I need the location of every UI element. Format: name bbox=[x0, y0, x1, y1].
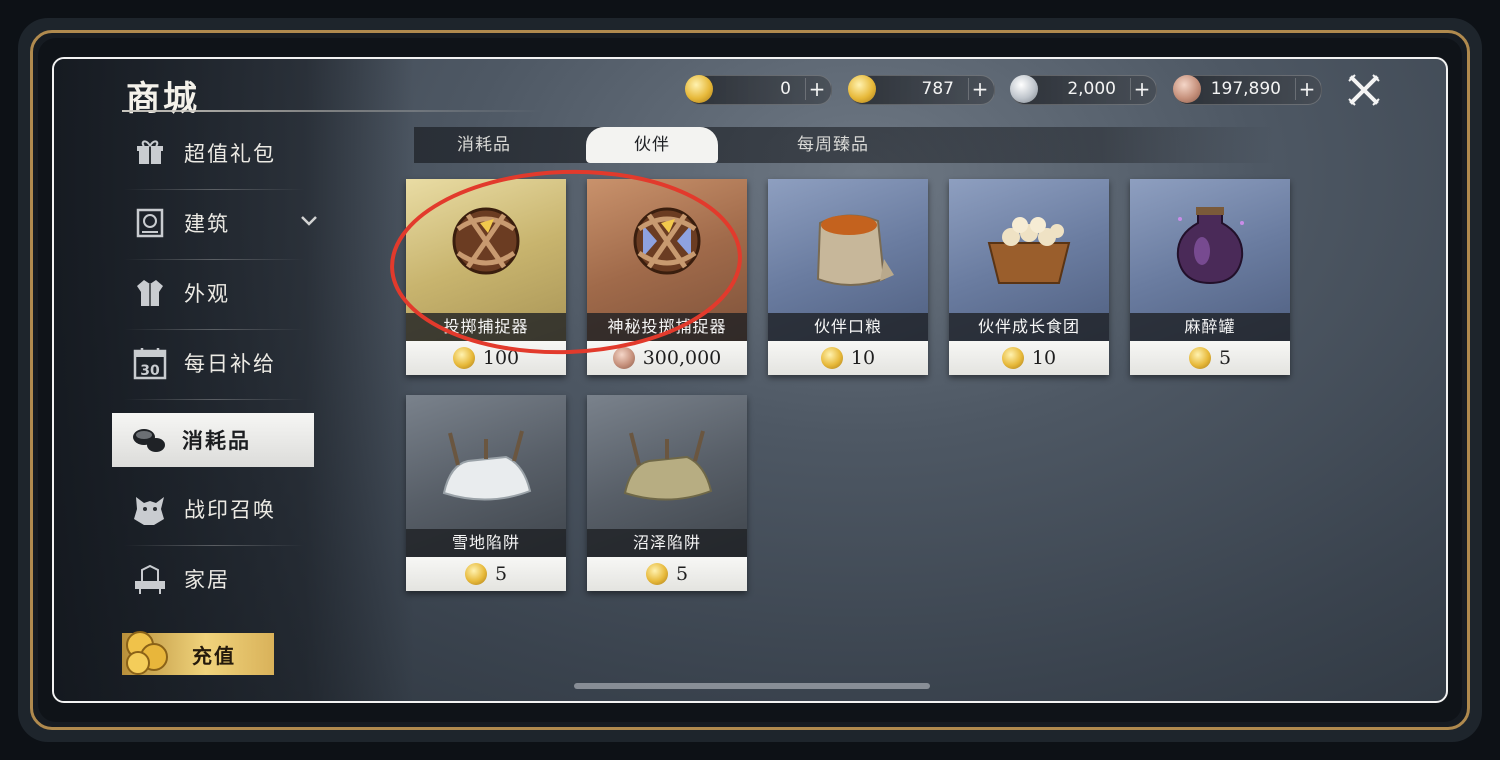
sidebar-item-furniture[interactable]: 家居 bbox=[114, 551, 314, 607]
silver-coin-icon bbox=[1010, 75, 1038, 103]
gold-coin-icon bbox=[1001, 347, 1024, 369]
item-price: 5 bbox=[1130, 341, 1290, 375]
sidebar-item-label: 家居 bbox=[184, 568, 230, 592]
item-name: 雪地陷阱 bbox=[406, 529, 566, 557]
sidebar-item-outfit[interactable]: 外观 bbox=[114, 265, 314, 321]
item-card[interactable]: 麻醉罐 5 bbox=[1130, 179, 1290, 375]
sidebar-item-building[interactable]: 建筑 bbox=[114, 195, 317, 251]
outfit-icon bbox=[130, 273, 170, 313]
item-price-value: 10 bbox=[1031, 347, 1057, 369]
item-name: 伙伴口粮 bbox=[768, 313, 928, 341]
item-name: 沼泽陷阱 bbox=[587, 529, 747, 557]
furniture-icon bbox=[130, 559, 170, 599]
recharge-button[interactable]: 充值 bbox=[122, 631, 274, 675]
add-currency-button[interactable]: + bbox=[1295, 78, 1318, 100]
highlight-circle bbox=[390, 169, 742, 355]
item-card[interactable]: 雪地陷阱 5 bbox=[406, 395, 566, 591]
copper-coin-icon bbox=[1173, 75, 1201, 103]
add-currency-button[interactable]: + bbox=[1130, 78, 1153, 100]
sidebar-divider bbox=[124, 259, 304, 260]
tab-consumables[interactable]: 消耗品 bbox=[434, 127, 534, 163]
currency-copper: 197,890 + bbox=[1173, 75, 1322, 105]
sidebar-item-gift-packs[interactable]: 超值礼包 bbox=[114, 125, 314, 181]
item-card[interactable]: 伙伴成长食团 10 bbox=[949, 179, 1109, 375]
recharge-label: 充值 bbox=[192, 643, 236, 668]
gold-coin-icon bbox=[464, 563, 487, 585]
item-card[interactable]: 沼泽陷阱 5 bbox=[587, 395, 747, 591]
tab-weekly-premium[interactable]: 每周臻品 bbox=[768, 127, 898, 163]
close-icon[interactable] bbox=[1347, 73, 1381, 107]
item-price: 10 bbox=[768, 341, 928, 375]
sidebar-item-label: 建筑 bbox=[184, 212, 230, 236]
currency-value: 197,890 bbox=[1210, 79, 1281, 99]
currency-gold-2: 787 + bbox=[848, 75, 995, 105]
gold-coin-icon bbox=[685, 75, 713, 103]
sidebar-item-label: 外观 bbox=[184, 282, 230, 306]
page-title: 商城 bbox=[126, 79, 200, 119]
sidebar-item-label: 超值礼包 bbox=[184, 142, 276, 166]
currency-value: 2,000 bbox=[1067, 79, 1116, 99]
tab-partner[interactable]: 伙伴 bbox=[586, 127, 718, 163]
sidebar-divider bbox=[124, 399, 304, 400]
sidebar-item-daily-supply[interactable]: 30 每日补给 bbox=[114, 335, 314, 391]
gold-coin-icon bbox=[848, 75, 876, 103]
item-price: 5 bbox=[587, 557, 747, 591]
item-price-value: 5 bbox=[1218, 347, 1232, 369]
gold-coin-icon bbox=[1188, 347, 1211, 369]
shop-screen: 商城 0 + 787 + 2,000 + 197,890 + 超值礼包 建筑 外… bbox=[52, 57, 1448, 703]
sidebar-item-consumables[interactable]: 消耗品 bbox=[112, 413, 314, 467]
title-underline bbox=[122, 110, 542, 112]
currency-value: 787 bbox=[921, 79, 954, 99]
chevron-down-icon[interactable] bbox=[300, 211, 318, 232]
gift-pack-icon bbox=[130, 133, 170, 173]
item-price-value: 5 bbox=[494, 563, 508, 585]
sidebar-item-label: 战印召唤 bbox=[184, 498, 276, 522]
coin-stack-icon bbox=[126, 631, 168, 675]
sidebar-divider bbox=[124, 545, 304, 546]
sidebar-divider bbox=[124, 329, 304, 330]
item-name: 伙伴成长食团 bbox=[949, 313, 1109, 341]
item-price-value: 10 bbox=[850, 347, 876, 369]
gold-coin-icon bbox=[820, 347, 843, 369]
gold-coin-icon bbox=[645, 563, 668, 585]
calendar-icon: 30 bbox=[130, 343, 170, 383]
sidebar-item-label: 每日补给 bbox=[184, 352, 276, 376]
consumables-icon bbox=[128, 420, 168, 460]
currency-gold-1: 0 + bbox=[685, 75, 832, 105]
category-tabs: 消耗品 伙伴 每周臻品 bbox=[414, 127, 1274, 163]
add-currency-button[interactable]: + bbox=[968, 78, 991, 100]
calendar-icon-text: 30 bbox=[140, 363, 160, 379]
item-price-value: 5 bbox=[675, 563, 689, 585]
currency-silver: 2,000 + bbox=[1010, 75, 1157, 105]
currency-value: 0 bbox=[780, 79, 791, 99]
item-name: 麻醉罐 bbox=[1130, 313, 1290, 341]
item-price: 10 bbox=[949, 341, 1109, 375]
add-currency-button[interactable]: + bbox=[805, 78, 828, 100]
sidebar-item-label: 消耗品 bbox=[182, 429, 251, 453]
item-price: 5 bbox=[406, 557, 566, 591]
sidebar-item-war-seal[interactable]: 战印召唤 bbox=[114, 481, 314, 537]
wolf-icon bbox=[130, 489, 170, 529]
building-icon bbox=[130, 203, 170, 243]
scroll-indicator[interactable] bbox=[574, 683, 930, 689]
sidebar-divider bbox=[124, 189, 304, 190]
item-card[interactable]: 伙伴口粮 10 bbox=[768, 179, 928, 375]
